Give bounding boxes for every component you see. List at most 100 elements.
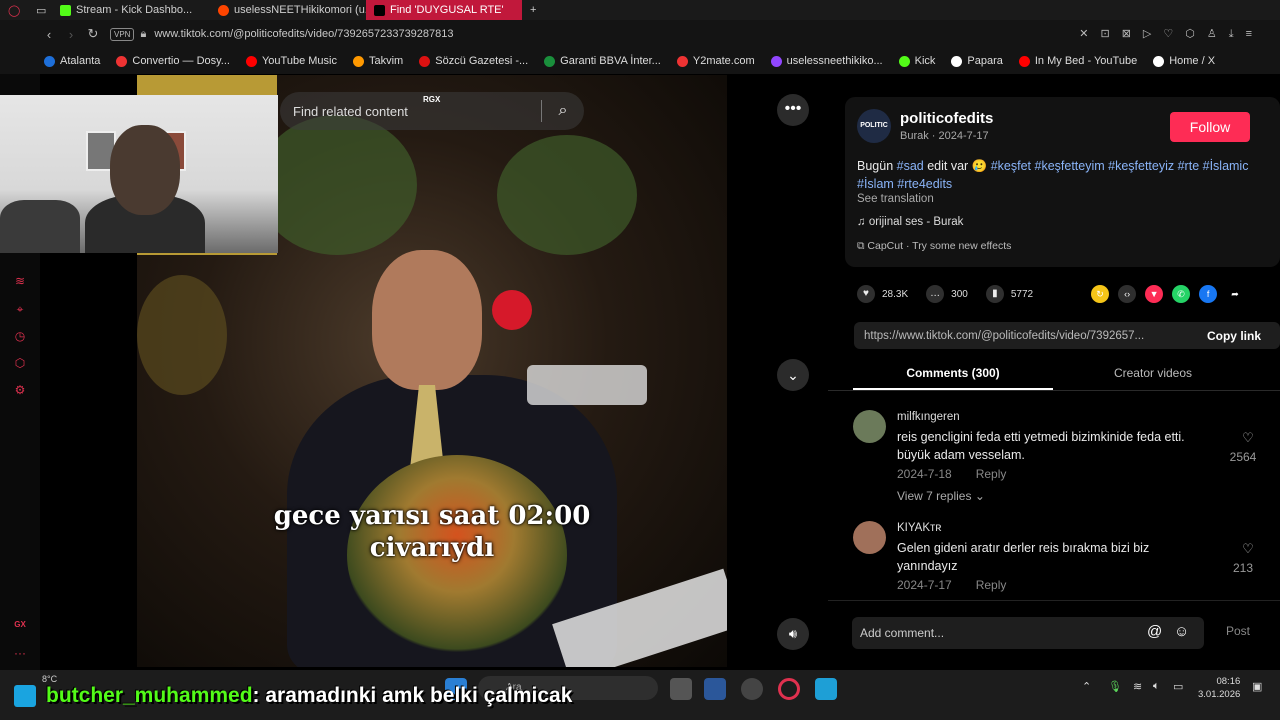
reply-button[interactable]: Reply — [976, 467, 1007, 481]
opera-logo-icon[interactable]: ◯ — [0, 0, 28, 20]
notepad-icon[interactable] — [815, 678, 837, 700]
copy-link-button[interactable]: Copy link — [1188, 329, 1280, 343]
save-button[interactable]: ▮ 5772 — [985, 285, 1034, 303]
view-replies-button[interactable]: View 7 replies ⌄ — [897, 489, 985, 503]
comment-like-icon[interactable]: ♡ — [1233, 541, 1263, 557]
toolbar-icons[interactable]: ✕⊡⊠▷♡⬡♙⤓≡ — [1079, 27, 1264, 41]
new-tab-button[interactable]: + — [522, 0, 544, 20]
back-icon[interactable]: ‹ — [38, 27, 60, 42]
follow-button[interactable]: Follow — [1170, 112, 1250, 142]
share-link-text[interactable]: https://www.tiktok.com/@politicofedits/v… — [854, 330, 1188, 342]
bookmark-favicon-icon — [419, 55, 431, 67]
url-field[interactable]: www.tiktok.com/@politicofedits/video/739… — [154, 28, 453, 40]
pin-icon[interactable]: ⌖ — [12, 302, 28, 318]
whatsapp-icon[interactable]: ✆ — [1172, 285, 1191, 303]
bookmark-item[interactable]: Papara — [951, 55, 1003, 67]
system-clock[interactable]: 08:16 3.01.2026 — [1198, 675, 1240, 701]
vpn-badge[interactable]: VPN — [110, 27, 135, 41]
emoji-icon[interactable]: ☺ — [1174, 623, 1189, 640]
history-icon[interactable]: ◷ — [12, 329, 28, 345]
notification-icon[interactable]: ▣ — [1252, 680, 1262, 693]
opera-gx-icon[interactable] — [778, 678, 800, 700]
bookmark-favicon-icon — [951, 55, 963, 67]
bookmark-item[interactable]: uselessneethikiko... — [770, 55, 883, 67]
share-arrow-icon[interactable]: ➦ — [1226, 285, 1244, 303]
bookmark-label: Papara — [967, 55, 1003, 67]
sound-row[interactable]: ♫ orijinal ses - Burak — [857, 216, 963, 228]
streamer-head — [110, 125, 180, 215]
task-view-icon[interactable] — [670, 678, 692, 700]
tab-list-icon[interactable]: ▭ — [28, 0, 52, 20]
author-avatar[interactable]: POLITIC — [857, 109, 891, 143]
commenter-username[interactable]: milfkıngeren — [897, 411, 960, 423]
bookmark-label: Convertio — Dosy... — [132, 55, 230, 67]
tab-kick-dashboard[interactable]: Stream - Kick Dashbo... — [52, 0, 210, 20]
post-comment-button[interactable]: Post — [1226, 624, 1250, 638]
tabs-divider — [828, 390, 1280, 391]
hashtag-link[interactable]: #sad — [897, 159, 924, 173]
chevron-down-icon[interactable]: ⌄ — [777, 359, 809, 391]
bookmark-item[interactable]: Takvim — [353, 55, 403, 67]
microphone-icon[interactable]: 🎙︎ — [1108, 680, 1122, 693]
capcut-label: CapCut · Try some new effects — [867, 240, 1012, 252]
extensions-icon[interactable]: ⬡ — [12, 356, 28, 372]
comment-like-count: 2564 — [1229, 450, 1257, 464]
settings-icon[interactable]: ⚙ — [12, 383, 28, 399]
comment-count: 300 — [951, 288, 968, 300]
bookmark-label: Kick — [914, 55, 936, 67]
reply-button[interactable]: Reply — [976, 578, 1007, 592]
bookmark-item[interactable]: Home / X — [1153, 55, 1215, 67]
tab-tiktok-active[interactable]: Find 'DUYGUSAL RTE' — [366, 0, 522, 20]
sidebar-more-icon[interactable]: ··· — [12, 646, 28, 662]
tray-chevron-icon[interactable]: ⌃ — [1082, 680, 1091, 693]
bookmark-item[interactable]: Atalanta — [44, 55, 100, 67]
wifi-icon[interactable]: ≋ — [1133, 680, 1142, 693]
embed-icon[interactable]: ‹› — [1118, 285, 1137, 303]
browser-tab-bar: ◯ ▭ Stream - Kick Dashbo... uselessNEETH… — [0, 0, 1280, 20]
tab-reddit[interactable]: uselessNEETHikikomori (u... — [210, 0, 366, 20]
reload-icon[interactable]: ↻ — [82, 26, 104, 42]
bookmark-item[interactable]: Sözcü Gazetesi -... — [419, 55, 528, 67]
bookmark-item[interactable]: In My Bed - YouTube — [1018, 55, 1137, 67]
volume-icon[interactable]: 🔊︎ — [777, 618, 809, 650]
repost-icon[interactable]: ↻ — [1091, 285, 1110, 303]
comment-meta: 2024-7-17 Reply — [897, 578, 1006, 592]
gx-icon[interactable]: GX — [12, 620, 28, 636]
tab-creator-videos[interactable]: Creator videos — [1053, 362, 1253, 390]
see-translation-link[interactable]: See translation — [857, 193, 934, 205]
speaker-icon[interactable]: 🔈︎ — [1153, 680, 1160, 693]
bookmark-item[interactable]: Kick — [898, 55, 936, 67]
post-description: Bugün #sad edit var 🥲 #keşfet #keşfettey… — [857, 157, 1257, 193]
obs-icon[interactable] — [741, 678, 763, 700]
music-icon[interactable]: ≋ — [12, 274, 28, 290]
comment-like-icon[interactable]: ♡ — [1233, 430, 1263, 446]
caption-line-2: civarıydı — [369, 533, 495, 563]
bookmark-item[interactable]: Y2mate.com — [676, 55, 755, 67]
bookmark-label: Y2mate.com — [692, 55, 755, 67]
save-count: 5772 — [1010, 288, 1034, 300]
chat-username: butcher_muhammed — [46, 684, 253, 707]
author-username[interactable]: politicofedits — [900, 110, 993, 127]
bookmark-item[interactable]: Garanti BBVA İnter... — [544, 55, 661, 67]
search-icon[interactable]: ⌕ — [542, 102, 584, 120]
comment-button[interactable]: … 300 — [926, 285, 968, 303]
facebook-icon[interactable]: f — [1199, 285, 1218, 303]
battery-icon[interactable]: ▭ — [1173, 680, 1183, 693]
mention-icon[interactable]: @ — [1147, 623, 1162, 640]
bookmark-favicon-icon — [770, 55, 782, 67]
forward-icon[interactable]: › — [60, 27, 82, 42]
commenter-avatar[interactable] — [853, 410, 886, 443]
like-button[interactable]: ♥ 28.3K — [857, 285, 908, 303]
bookmark-item[interactable]: Convertio — Dosy... — [116, 55, 230, 67]
commenter-username[interactable]: KIYAKᴛʀ — [897, 522, 942, 534]
tab-comments[interactable]: Comments (300) — [853, 362, 1053, 390]
bookmark-label: Garanti BBVA İnter... — [560, 55, 661, 67]
capcut-row[interactable]: ⧉ CapCut · Try some new effects — [857, 240, 1011, 253]
kick-favicon-icon — [60, 4, 71, 16]
bookmark-item[interactable]: YouTube Music — [245, 55, 337, 67]
commenter-avatar[interactable] — [853, 521, 886, 554]
outlook-icon[interactable] — [704, 678, 726, 700]
more-options-icon[interactable]: ••• — [777, 94, 809, 126]
search-input[interactable] — [280, 103, 541, 119]
send-icon[interactable]: ▼ — [1145, 285, 1164, 303]
